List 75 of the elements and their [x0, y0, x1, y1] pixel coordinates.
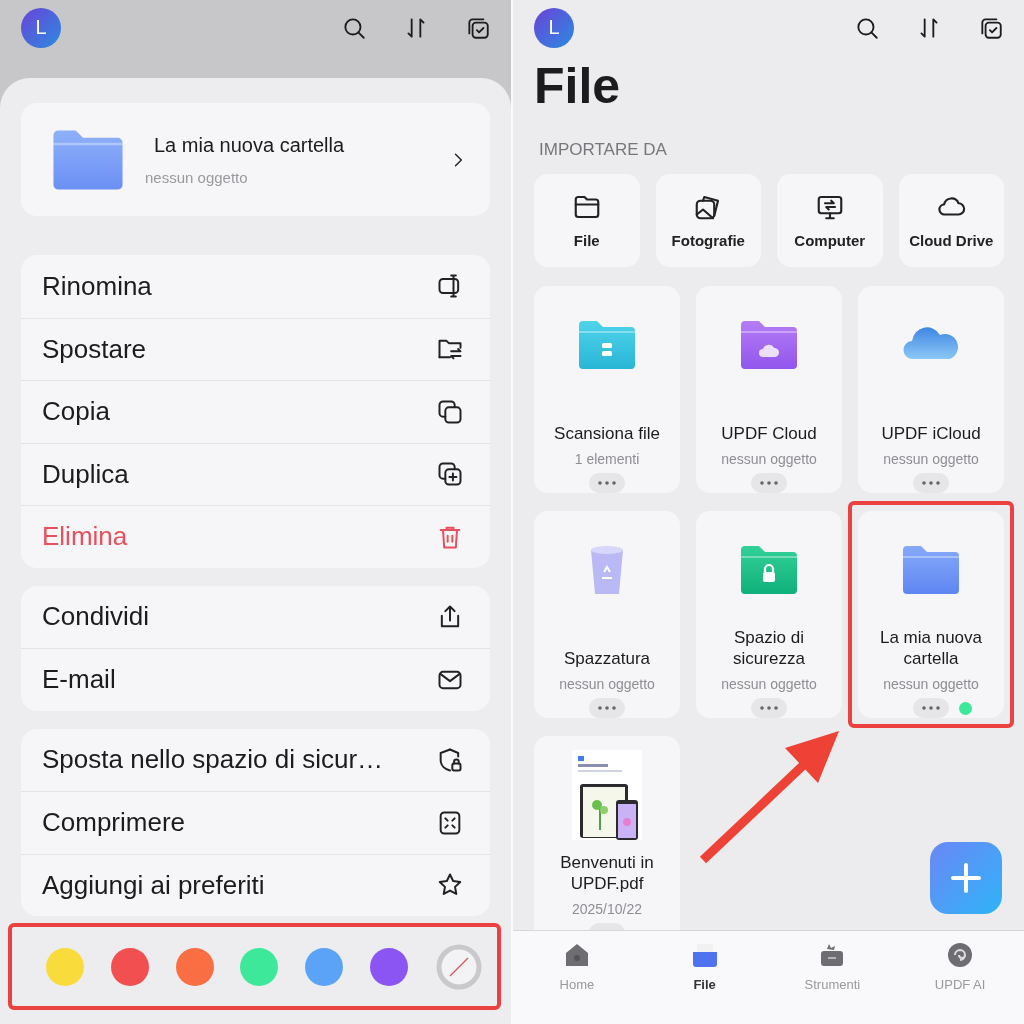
section-label: IMPORTARE DA [539, 140, 668, 160]
item-subtitle: 2025/10/22 [571, 901, 643, 917]
page-title: File [534, 57, 622, 116]
item-name: Benvenuti in UPDF.pdf [559, 852, 655, 894]
item-subtitle: 1 elementi [574, 451, 640, 467]
tray-icon [690, 941, 719, 969]
import-button[interactable]: Computer [777, 174, 883, 267]
folder-header-card[interactable]: La mia nuova cartella nessun oggetto [21, 103, 490, 216]
item-name: Spazzatura [564, 648, 650, 669]
menu-label: Rinomina [42, 270, 153, 302]
ellipsis-icon [760, 706, 778, 710]
menu-item[interactable]: Condividi [21, 585, 490, 648]
folder-name: La mia nuova cartella [154, 133, 346, 157]
menu-item[interactable]: Spostare [21, 317, 490, 380]
folder-card[interactable]: La mia nuova cartella nessun oggetto [858, 511, 1004, 718]
color-swatch[interactable] [175, 947, 214, 986]
menu-label: Condividi [42, 601, 150, 633]
import-button[interactable]: Fotografie [655, 174, 761, 267]
menu-item[interactable]: Comprimere [21, 791, 490, 854]
item-name: UPDF iCloud [881, 423, 981, 444]
plus-icon [949, 861, 983, 895]
menu-item[interactable]: Aggiungi ai preferiti [21, 853, 490, 916]
folder-card[interactable]: Spazzatura nessun oggetto [534, 511, 680, 718]
menu-label: Spostare [42, 333, 148, 365]
folder-card[interactable]: Spazio di sicurezza nessun oggetto [696, 511, 842, 718]
menu-label: E-mail [42, 664, 117, 696]
item-name: Spazio di sicurezza [732, 627, 806, 669]
avatar[interactable]: L [534, 7, 574, 48]
more-button[interactable] [589, 473, 625, 493]
item-name: La mia nuova cartella [878, 627, 984, 669]
color-swatch[interactable] [46, 947, 84, 986]
item-subtitle: nessun oggetto [559, 676, 655, 692]
import-button[interactable]: Cloud Drive [898, 174, 1004, 267]
folder-card[interactable]: UPDF Cloud nessun oggetto [696, 286, 842, 493]
item-subtitle: nessun oggetto [883, 676, 979, 692]
more-button[interactable] [913, 473, 949, 493]
no-color-swatch[interactable] [434, 942, 483, 991]
more-button[interactable] [751, 698, 787, 718]
more-button[interactable] [913, 698, 949, 718]
add-button[interactable] [930, 842, 1002, 914]
more-button[interactable] [589, 698, 625, 718]
menu-label: Aggiungi ai preferiti [42, 869, 266, 901]
ellipsis-icon [598, 706, 616, 710]
menu-item[interactable]: Sposta nello spazio di sicur… [21, 728, 490, 791]
menu-label: Elimina [42, 521, 129, 553]
color-swatch[interactable] [305, 947, 344, 986]
file-card[interactable]: Benvenuti in UPDF.pdf 2025/10/22 [534, 736, 680, 930]
ellipsis-icon [922, 706, 940, 710]
item-subtitle: nessun oggetto [721, 676, 817, 692]
color-swatch[interactable] [110, 947, 149, 986]
swirl-icon [946, 941, 975, 969]
item-name: Scansiona file [554, 423, 660, 444]
color-swatch[interactable] [370, 947, 409, 986]
item-subtitle: nessun oggetto [721, 451, 817, 467]
menu-item[interactable]: Copia [21, 380, 490, 443]
color-swatch[interactable] [240, 947, 279, 986]
folder-card[interactable]: Scansiona file 1 elementi [534, 286, 680, 493]
avatar[interactable]: L [21, 7, 61, 48]
import-button[interactable]: File [534, 174, 640, 267]
tab[interactable]: File [640, 941, 769, 1001]
ellipsis-icon [598, 481, 616, 485]
more-button[interactable] [751, 473, 787, 493]
menu-label: Comprimere [42, 807, 187, 839]
menu-label: Sposta nello spazio di sicur… [42, 744, 385, 776]
folder-card[interactable]: UPDF iCloud nessun oggetto [858, 286, 1004, 493]
menu-label: Duplica [42, 458, 130, 490]
ellipsis-icon [922, 481, 940, 485]
ellipsis-icon [760, 481, 778, 485]
item-name: UPDF Cloud [721, 423, 817, 444]
menu-item[interactable]: Duplica [21, 442, 490, 505]
menu-label: Copia [42, 396, 111, 428]
folder-subtitle: nessun oggetto [145, 168, 249, 186]
menu-item[interactable]: Rinomina [21, 255, 490, 318]
item-subtitle: nessun oggetto [883, 451, 979, 467]
menu-item[interactable]: E-mail [21, 648, 490, 711]
